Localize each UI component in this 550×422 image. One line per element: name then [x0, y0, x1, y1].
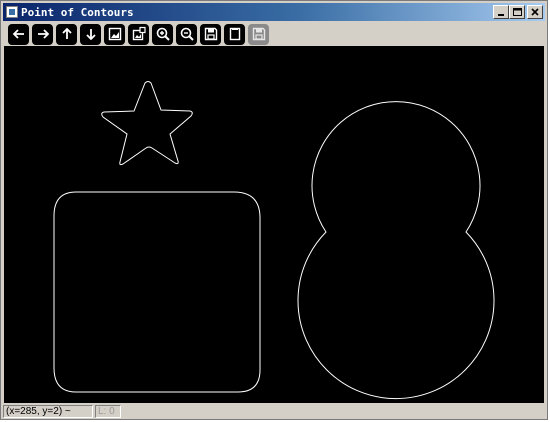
forward-button[interactable]	[32, 23, 53, 45]
image-canvas[interactable]	[4, 46, 544, 403]
cursor-coordinates: (x=285, y=2) ~	[3, 404, 93, 418]
up-button[interactable]	[56, 23, 77, 45]
close-button[interactable]	[527, 5, 543, 19]
copy-icon	[229, 27, 240, 41]
image-icon	[108, 27, 121, 41]
rounded-square-contour	[53, 191, 261, 393]
close-icon	[531, 8, 539, 16]
window-controls	[493, 5, 543, 19]
down-button[interactable]	[80, 23, 101, 45]
save-button[interactable]	[200, 23, 221, 45]
star-contour	[101, 81, 193, 166]
save-icon	[252, 27, 265, 41]
back-button[interactable]	[8, 23, 29, 45]
status-extra: L: 0	[95, 404, 121, 418]
copy-button[interactable]	[224, 23, 245, 45]
zoom-out-icon	[180, 27, 194, 41]
zoom-out-button[interactable]	[176, 23, 197, 45]
minimize-icon	[498, 14, 504, 16]
save-icon	[204, 27, 217, 41]
arrow-up-icon	[61, 27, 72, 39]
image-properties-button[interactable]	[128, 23, 149, 45]
arrow-left-icon	[12, 29, 24, 39]
title-bar[interactable]: Point of Contours	[3, 3, 545, 21]
zoom-in-button[interactable]	[152, 23, 173, 45]
toolbar	[3, 22, 545, 46]
figure-eight-contour	[297, 101, 495, 400]
image-settings-icon	[132, 26, 146, 41]
image-button[interactable]	[104, 23, 125, 45]
maximize-icon	[512, 8, 522, 16]
app-icon[interactable]	[6, 6, 18, 18]
window-title: Point of Contours	[21, 5, 134, 19]
zoom-in-icon	[156, 27, 170, 41]
save-disabled-button	[248, 23, 269, 45]
app-window: Point of Contours (x=285, y=2) ~ L: 0	[0, 0, 548, 420]
arrow-right-icon	[37, 29, 49, 39]
status-bar: (x=285, y=2) ~ L: 0	[3, 404, 545, 418]
maximize-button[interactable]	[509, 5, 525, 19]
contours-drawing	[53, 81, 495, 400]
arrow-down-icon	[85, 29, 96, 41]
minimize-button[interactable]	[493, 5, 509, 19]
